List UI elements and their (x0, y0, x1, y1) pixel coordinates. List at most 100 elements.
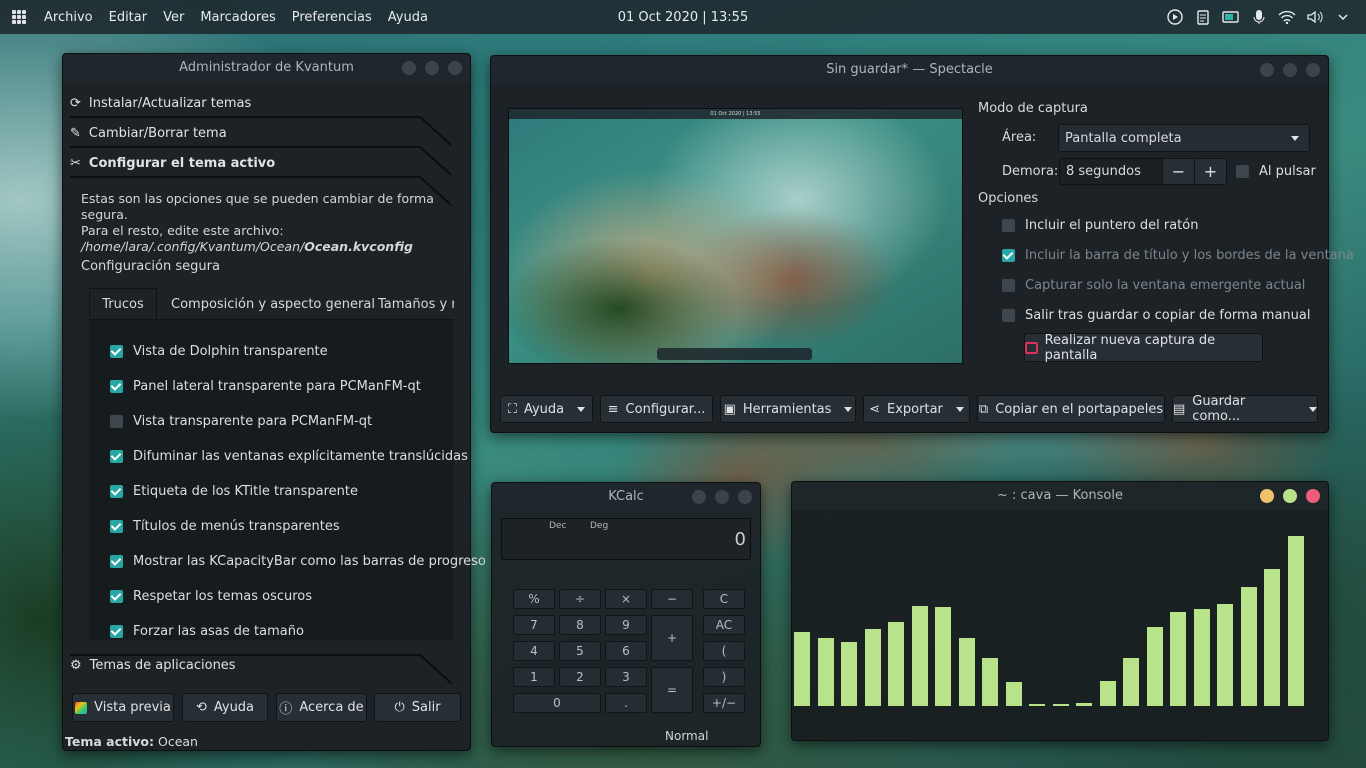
maximize-button[interactable] (425, 61, 439, 75)
window-title: Administrador de Kvantum (179, 60, 354, 75)
checkbox[interactable] (110, 625, 123, 638)
checkbox[interactable] (110, 555, 123, 568)
key-minus[interactable]: − (651, 589, 693, 609)
key-6[interactable]: 6 (605, 641, 647, 661)
app-launcher-icon[interactable] (12, 10, 26, 24)
close-button[interactable] (448, 61, 462, 75)
key-3[interactable]: 3 (605, 667, 647, 687)
key-2[interactable]: 2 (559, 667, 601, 687)
key-dot[interactable]: . (605, 693, 647, 713)
save-as-button[interactable]: ▤ Guardar como... (1172, 394, 1318, 424)
configure-button[interactable]: ≡ Configurar... (600, 395, 713, 423)
about-button[interactable]: ⓘ Acerca de (276, 693, 367, 722)
key-5[interactable]: 5 (559, 641, 601, 661)
menu-ayuda[interactable]: Ayuda (380, 10, 436, 25)
checkbox[interactable] (1002, 219, 1015, 232)
new-capture-button[interactable]: Realizar nueva captura de pantalla (1024, 333, 1263, 363)
audio-bar (1170, 612, 1186, 706)
section-configure[interactable]: ✂ Configurar el tema activo (70, 149, 460, 177)
checkbox[interactable] (110, 450, 123, 463)
option-item[interactable]: Títulos de menús transparentes (110, 519, 340, 534)
menu-ver[interactable]: Ver (155, 10, 192, 25)
minimize-button[interactable] (402, 61, 416, 75)
option-item[interactable]: Forzar las asas de tamaño (110, 624, 304, 639)
maximize-button[interactable] (1283, 63, 1297, 77)
key-7[interactable]: 7 (513, 615, 555, 635)
kcalc-titlebar[interactable]: KCalc (492, 483, 760, 511)
capture-option: Incluir la barra de título y los bordes … (1002, 248, 1354, 263)
preview-button[interactable]: Vista previa (72, 693, 174, 722)
option-item[interactable]: Mostrar las KCapacityBar como las barras… (110, 554, 486, 569)
area-select[interactable]: Pantalla completa (1058, 124, 1310, 152)
key-clear[interactable]: C (703, 589, 745, 609)
delay-decrease-button[interactable]: − (1162, 158, 1195, 185)
option-item[interactable]: Etiqueta de los KTitle transparente (110, 484, 358, 499)
key-lparen[interactable]: ( (703, 641, 745, 661)
screenshot-preview[interactable]: 01 Oct 2020 | 13:55 (508, 108, 963, 364)
key-1[interactable]: 1 (513, 667, 555, 687)
key-plus[interactable]: + (651, 615, 693, 661)
key-divide[interactable]: ÷ (559, 589, 601, 609)
menu-archivo[interactable]: Archivo (36, 10, 101, 25)
on-click-checkbox[interactable]: Al pulsar (1236, 164, 1316, 179)
tab-trucos[interactable]: Trucos (89, 288, 157, 319)
section-change[interactable]: ✎ Cambiar/Borrar tema (70, 119, 460, 147)
capture-option[interactable]: Incluir el puntero del ratón (1002, 218, 1198, 233)
key-equals[interactable]: = (651, 667, 693, 713)
delay-spinbox[interactable]: 8 segundos (1059, 158, 1163, 185)
media-play-icon[interactable] (1166, 8, 1184, 26)
spectacle-titlebar[interactable]: Sin guardar* — Spectacle (491, 56, 1328, 84)
key-8[interactable]: 8 (559, 615, 601, 635)
battery-icon[interactable] (1222, 8, 1240, 26)
close-button[interactable] (738, 490, 752, 504)
quit-button[interactable]: ⏻ Salir (374, 693, 461, 722)
checkbox[interactable] (1002, 309, 1015, 322)
delay-increase-button[interactable]: + (1194, 158, 1227, 185)
option-item[interactable]: Panel lateral transparente para PCManFM-… (110, 379, 421, 394)
checkbox[interactable] (110, 485, 123, 498)
checkbox[interactable] (110, 415, 123, 428)
tab-composicion[interactable]: Composición y aspecto general (171, 297, 375, 312)
key-rparen[interactable]: ) (703, 667, 745, 687)
checkbox[interactable] (110, 345, 123, 358)
menu-preferencias[interactable]: Preferencias (284, 10, 380, 25)
section-install[interactable]: ⟳ Instalar/Actualizar temas (70, 89, 460, 117)
checkbox[interactable] (1236, 165, 1249, 178)
microphone-icon[interactable] (1250, 8, 1268, 26)
capture-option[interactable]: Salir tras guardar o copiar de forma man… (1002, 308, 1310, 323)
tab-tamanos[interactable]: Tamaños y re (378, 297, 454, 312)
export-button[interactable]: ⋖ Exportar (863, 395, 970, 423)
tools-button[interactable]: ▣ Herramientas (720, 395, 856, 423)
clipboard-icon[interactable] (1194, 8, 1212, 26)
spectacle-help-button[interactable]: ⛶ Ayuda (500, 395, 593, 423)
kvantum-titlebar[interactable]: Administrador de Kvantum (63, 54, 470, 82)
menu-editar[interactable]: Editar (101, 10, 156, 25)
copy-clipboard-button[interactable]: ⧉ Copiar en el portapapeles (977, 395, 1165, 423)
key-allclear[interactable]: AC (703, 615, 745, 635)
option-item[interactable]: Vista transparente para PCManFM-qt (110, 414, 372, 429)
save-icon: ▤ (1173, 401, 1186, 417)
minimize-button[interactable] (1260, 63, 1274, 77)
key-plusminus[interactable]: +/− (703, 693, 745, 713)
checkbox[interactable] (110, 590, 123, 603)
option-item[interactable]: Respetar los temas oscuros (110, 589, 312, 604)
minimize-button[interactable] (692, 490, 706, 504)
checkbox[interactable] (110, 380, 123, 393)
wifi-icon[interactable] (1278, 8, 1296, 26)
option-item[interactable]: Difuminar las ventanas explícitamente tr… (110, 449, 468, 464)
key-4[interactable]: 4 (513, 641, 555, 661)
key-9[interactable]: 9 (605, 615, 647, 635)
options-heading: Opciones (978, 191, 1039, 206)
chevron-down-icon[interactable] (1334, 8, 1352, 26)
help-button[interactable]: ⟲ Ayuda (182, 693, 268, 722)
option-item[interactable]: Vista de Dolphin transparente (110, 344, 328, 359)
menu-marcadores[interactable]: Marcadores (192, 10, 283, 25)
volume-icon[interactable] (1306, 8, 1324, 26)
clock[interactable]: 01 Oct 2020 | 13:55 (568, 10, 798, 25)
maximize-button[interactable] (715, 490, 729, 504)
key-0[interactable]: 0 (513, 693, 601, 713)
close-button[interactable] (1306, 63, 1320, 77)
key-percent[interactable]: % (513, 589, 555, 609)
checkbox[interactable] (110, 520, 123, 533)
key-multiply[interactable]: × (605, 589, 647, 609)
